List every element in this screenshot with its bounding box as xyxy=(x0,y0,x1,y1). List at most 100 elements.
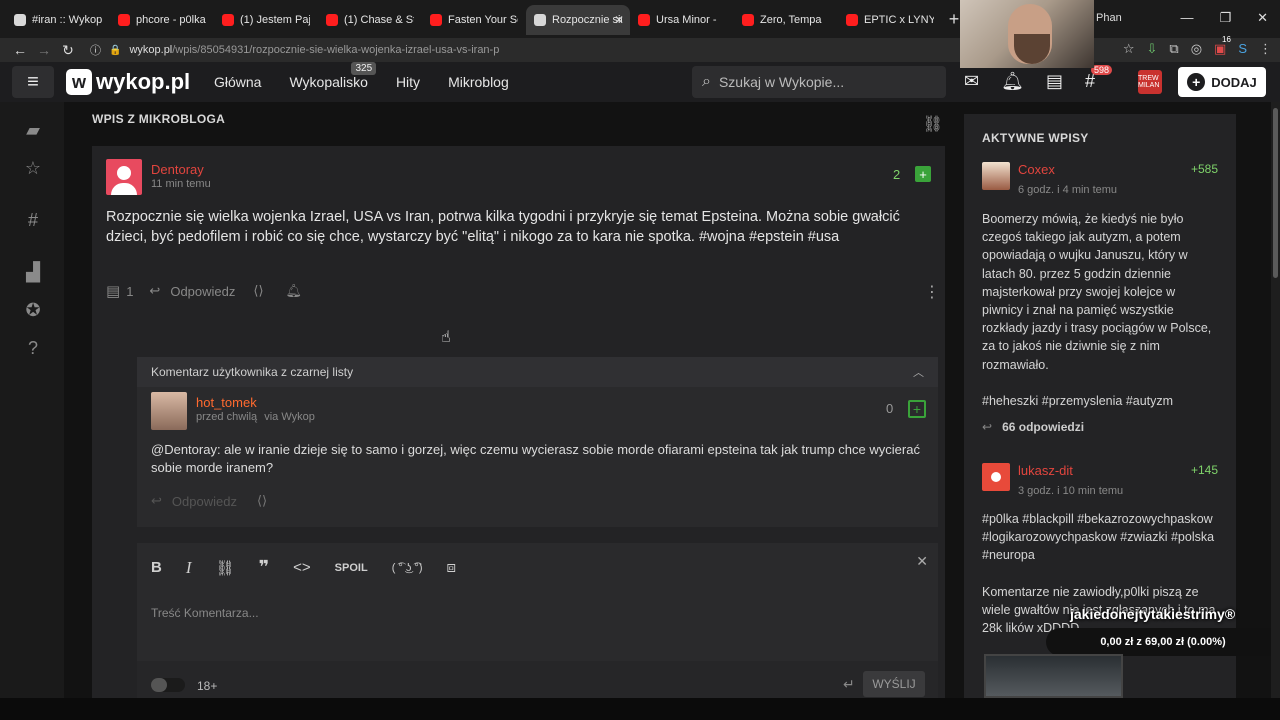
hamburger-menu-icon[interactable]: ≡ xyxy=(12,66,54,98)
user-avatar[interactable]: TREW MILAN xyxy=(1138,70,1162,94)
back-icon[interactable]: ← xyxy=(8,42,32,58)
entry-avatar[interactable] xyxy=(982,463,1010,491)
search-input[interactable]: ⌕ Szukaj w Wykopie... xyxy=(692,66,946,98)
browser-tab[interactable]: Zero, Tempa xyxy=(734,5,838,35)
comment-reply-button[interactable]: Odpowiedz xyxy=(172,494,237,509)
browser-tab[interactable]: phcore - p0lka - Y xyxy=(110,5,214,35)
tab-title: Zero, Tempa xyxy=(760,14,822,26)
more-options-icon[interactable]: ⋮ xyxy=(924,282,940,302)
minimize-icon[interactable]: — xyxy=(1180,10,1193,26)
entry-tags[interactable]: #p0lka #blackpill #bekazrozowychpaskow #… xyxy=(982,510,1218,565)
collapse-chevron-icon[interactable]: ︿ xyxy=(913,364,924,380)
stream-goal-title: jakiedonejtytakiestrimy® xyxy=(1070,606,1236,622)
logo-text: wykop.pl xyxy=(96,69,191,94)
active-entry[interactable]: Coxex 6 godz. i 4 min temu +585 Boomerzy… xyxy=(982,162,1218,442)
left-sidebar: ▰ ☆ # ▟ ✪ ? xyxy=(0,102,64,702)
bookmark-star-icon[interactable]: ☆ xyxy=(1123,41,1135,57)
post-time[interactable]: 11 min temu xyxy=(151,178,211,190)
close-editor-icon[interactable]: ✕ xyxy=(916,553,928,570)
post-author[interactable]: Dentoray xyxy=(151,162,204,177)
blacklist-label: Komentarz użytkownika z czarnej listy xyxy=(151,365,354,379)
comment-share-icon[interactable]: ⟨⟩ xyxy=(257,493,267,509)
profile-icon[interactable]: S xyxy=(1238,41,1247,57)
close-tab-icon[interactable]: ✕ xyxy=(614,13,624,27)
extension-game-icon[interactable]: ◎ xyxy=(1191,41,1202,57)
plus-icon: + xyxy=(1187,73,1206,91)
send-button[interactable]: WYŚLIJ xyxy=(863,671,925,697)
tab-partial-title[interactable]: Phan xyxy=(1096,12,1122,24)
page-scrollbar[interactable] xyxy=(1271,102,1280,700)
webcam-overlay xyxy=(960,0,1094,68)
browser-tab[interactable]: Fasten Your Seatb xyxy=(422,5,526,35)
tab-title: Ursa Minor - xyxy=(656,14,717,26)
entry-author[interactable]: lukasz-dit xyxy=(1018,463,1073,478)
quote-icon[interactable]: ❞ xyxy=(259,557,270,578)
add-button[interactable]: + DODAJ xyxy=(1178,67,1266,97)
nav-mikroblog[interactable]: Mikroblog xyxy=(448,74,509,90)
reply-button[interactable]: Odpowiedz xyxy=(170,284,235,299)
badge-icon[interactable]: ✪ xyxy=(22,300,44,321)
lenny-face-button[interactable]: ( ͡° ͜ʖ ͡°) xyxy=(392,562,423,574)
commenter-avatar[interactable] xyxy=(151,392,187,430)
notify-bell-icon[interactable]: 🔔︎ xyxy=(286,283,303,299)
permalink-icon[interactable]: ⛓ xyxy=(923,114,943,134)
star-icon[interactable]: ☆ xyxy=(22,158,44,179)
close-window-icon[interactable]: ✕ xyxy=(1257,10,1268,26)
chat-icon[interactable]: ▤ xyxy=(1046,71,1063,92)
browser-menu-icon[interactable]: ⋮ xyxy=(1259,41,1272,57)
share-icon[interactable]: ⟨⟩ xyxy=(253,283,263,299)
site-logo[interactable]: w wykop.pl xyxy=(66,69,190,95)
nav-hity[interactable]: Hity xyxy=(396,74,420,90)
window-controls: — ❐ ✕ xyxy=(1180,10,1268,26)
bold-icon[interactable]: B xyxy=(151,559,162,576)
site-info-icon[interactable]: ⓘ xyxy=(90,42,101,58)
entry-avatar[interactable] xyxy=(982,162,1010,190)
ranking-icon[interactable]: ▟ xyxy=(22,262,44,283)
hashtag-icon[interactable]: # xyxy=(22,210,44,231)
entry-replies[interactable]: ↩ 66 odpowiedzi xyxy=(982,420,1084,434)
browser-tab[interactable]: (1) Jestem Pajaloc xyxy=(214,5,318,35)
reply-icon[interactable]: ↩ xyxy=(149,283,160,299)
browser-tab[interactable]: (1) Chase & Statu xyxy=(318,5,422,35)
browser-tab[interactable]: Rozpocznie się ✕ xyxy=(526,5,630,35)
youtube-icon xyxy=(222,14,234,26)
comment-upvote-button[interactable]: + xyxy=(908,400,926,418)
mail-icon[interactable]: ✉ xyxy=(964,71,979,92)
comment-reply-icon[interactable]: ↩ xyxy=(151,493,162,509)
avatar[interactable] xyxy=(106,159,142,195)
help-icon[interactable]: ? xyxy=(22,338,44,359)
browser-tab[interactable]: EPTIC x LYNY xyxy=(838,5,942,35)
maximize-icon[interactable]: ❐ xyxy=(1219,10,1231,26)
comment-textarea[interactable]: Treść Komentarza... xyxy=(151,606,259,620)
extension-badge-icon[interactable]: ▣ 16 xyxy=(1214,35,1231,57)
extensions-icon[interactable]: ⧉ xyxy=(1169,41,1178,57)
url-field[interactable]: ⓘ 🔒 wykop.pl/wpis/85054931/rozpocznie-si… xyxy=(90,42,499,58)
entry-author[interactable]: Coxex xyxy=(1018,162,1055,177)
tags-icon[interactable]: #598 xyxy=(1085,65,1112,92)
reload-icon[interactable]: ↻ xyxy=(56,42,80,59)
panel-title: AKTYWNE WPISY xyxy=(982,131,1089,145)
wykop-home-icon[interactable]: ▰ xyxy=(22,120,44,141)
comments-count[interactable]: 1 xyxy=(126,284,133,299)
wykop-logo-icon: w xyxy=(66,69,92,95)
nav-wykopalisko[interactable]: Wykopalisko 325 xyxy=(289,62,377,90)
adult-toggle[interactable] xyxy=(151,678,185,692)
browser-tab[interactable]: #iran :: Wykop.pl xyxy=(6,5,110,35)
nav-glowna[interactable]: Główna xyxy=(214,74,261,90)
italic-icon[interactable]: I xyxy=(186,558,192,578)
code-icon[interactable]: <> xyxy=(293,559,311,576)
spoiler-button[interactable]: SPOIL xyxy=(335,562,368,574)
entry-image-thumbnail[interactable] xyxy=(984,654,1123,698)
comment-time-text[interactable]: przed chwilą xyxy=(196,411,257,423)
bell-icon[interactable]: 🔔︎ xyxy=(1001,71,1024,92)
comments-icon[interactable]: ▤ xyxy=(106,282,120,300)
download-icon[interactable]: ⇩ xyxy=(1146,41,1157,57)
blacklist-header[interactable]: Komentarz użytkownika z czarnej listy ︿ xyxy=(137,357,938,387)
camera-icon[interactable]: ⧈ xyxy=(446,559,456,576)
forward-icon[interactable]: → xyxy=(32,42,56,58)
browser-tab[interactable]: Ursa Minor - xyxy=(630,5,734,35)
upvote-button[interactable]: + xyxy=(915,166,931,182)
comment-author[interactable]: hot_tomek xyxy=(196,395,257,410)
link-icon[interactable]: ⛓ xyxy=(216,559,235,577)
entry-tags[interactable]: #heheszki #przemyslenia #autyzm xyxy=(982,392,1173,410)
